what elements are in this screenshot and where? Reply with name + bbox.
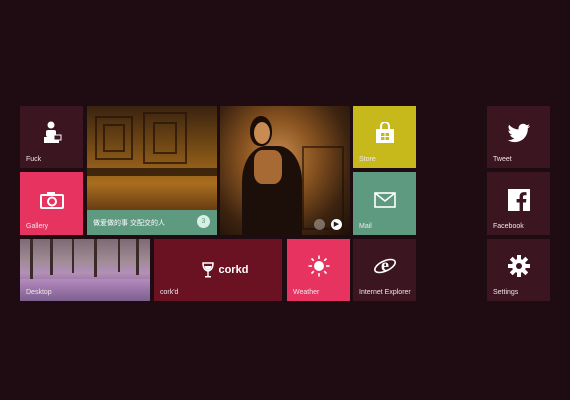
tile-tweet[interactable]: Tweet: [487, 106, 550, 168]
photo-caption-text: 做爱做的事 交配交的人: [93, 220, 165, 227]
window-lattice: [302, 146, 344, 230]
window-lattice: [153, 122, 177, 154]
corkd-logo-text: corkd: [218, 263, 249, 276]
tile-fuck[interactable]: Fuck: [20, 106, 83, 168]
camera-icon: [39, 191, 64, 209]
window-lattice: [103, 124, 125, 152]
secondary-dot-icon: [314, 219, 325, 230]
tile-store[interactable]: Store: [353, 106, 416, 168]
tile-label: Settings: [493, 289, 519, 296]
tile-label: Internet Explorer: [359, 289, 411, 296]
tile-internet-explorer[interactable]: e Internet Explorer: [353, 239, 416, 301]
twitter-bird-icon: [507, 124, 530, 143]
tile-desktop[interactable]: Desktop: [20, 239, 150, 301]
tile-label: Gallery: [26, 223, 49, 230]
tile-label: Desktop: [26, 289, 52, 296]
gear-icon: [507, 255, 530, 278]
tile-facebook[interactable]: Facebook: [487, 172, 550, 235]
tile-photo-left[interactable]: 做爱做的事 交配交的人 3: [87, 106, 217, 235]
tile-label: Store: [359, 156, 376, 163]
tile-corkd[interactable]: corkd cork'd: [154, 239, 282, 301]
envelope-icon: [373, 191, 396, 208]
tile-gallery[interactable]: Gallery: [20, 172, 83, 235]
tile-label: Fuck: [26, 156, 42, 163]
notification-badge: 3: [197, 215, 210, 228]
sun-icon: [308, 255, 329, 277]
ie-icon: e: [373, 255, 396, 275]
photo-caption-bar: 做爱做的事 交配交的人 3: [87, 210, 217, 235]
wine-glass-icon: [202, 262, 214, 278]
tile-settings[interactable]: Settings: [487, 239, 550, 301]
tile-label: Tweet: [493, 156, 512, 163]
corkd-logo: corkd: [202, 261, 248, 279]
tile-photo-right[interactable]: ▶: [220, 106, 350, 235]
tile-label: cork'd: [160, 289, 179, 296]
tile-label: Weather: [293, 289, 320, 296]
tile-weather[interactable]: Weather: [287, 239, 350, 301]
facebook-icon: [507, 188, 530, 211]
store-bag-icon: [375, 122, 394, 144]
play-arrow-icon[interactable]: ▶: [331, 219, 342, 230]
tile-mail[interactable]: Mail: [353, 172, 416, 235]
svg-text:e: e: [381, 255, 389, 275]
tile-label: Mail: [359, 223, 372, 230]
person-chat-icon: [43, 121, 61, 144]
tile-label: Facebook: [493, 223, 524, 230]
